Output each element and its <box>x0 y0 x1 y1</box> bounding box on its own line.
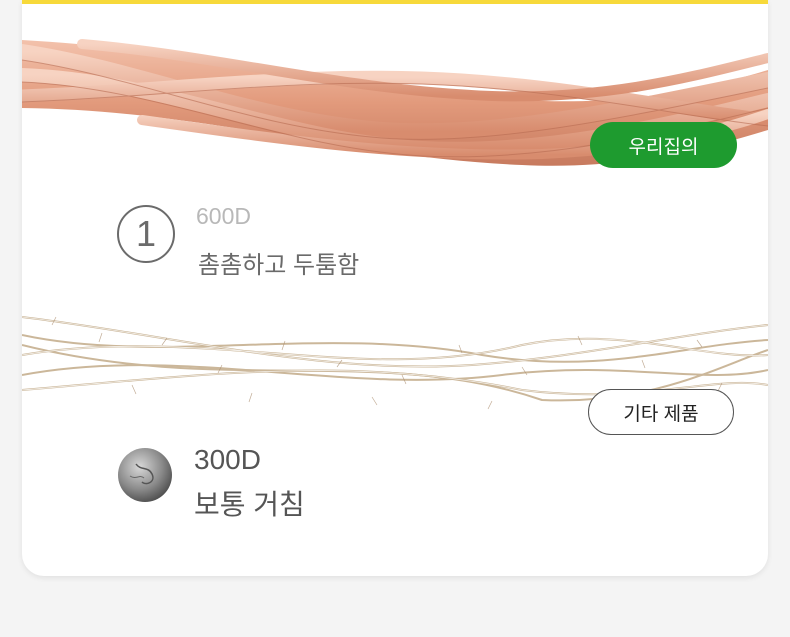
ours-description: 촘촘하고 두툼함 <box>198 252 360 279</box>
other-description: 보통 거침 <box>194 489 305 520</box>
fuzzy-ball-icon <box>118 448 172 502</box>
comparison-card: 우리집의 1 600D 촘촘하고 두툼함 기타 제품 300D 보통 거침 <box>22 0 768 576</box>
other-spec: 300D <box>194 444 261 475</box>
other-badge: 기타 제품 <box>588 389 734 435</box>
accent-bar <box>22 0 768 4</box>
ours-badge: 우리집의 <box>590 122 737 168</box>
number-one-icon: 1 <box>117 205 175 263</box>
ours-spec: 600D <box>196 203 251 229</box>
